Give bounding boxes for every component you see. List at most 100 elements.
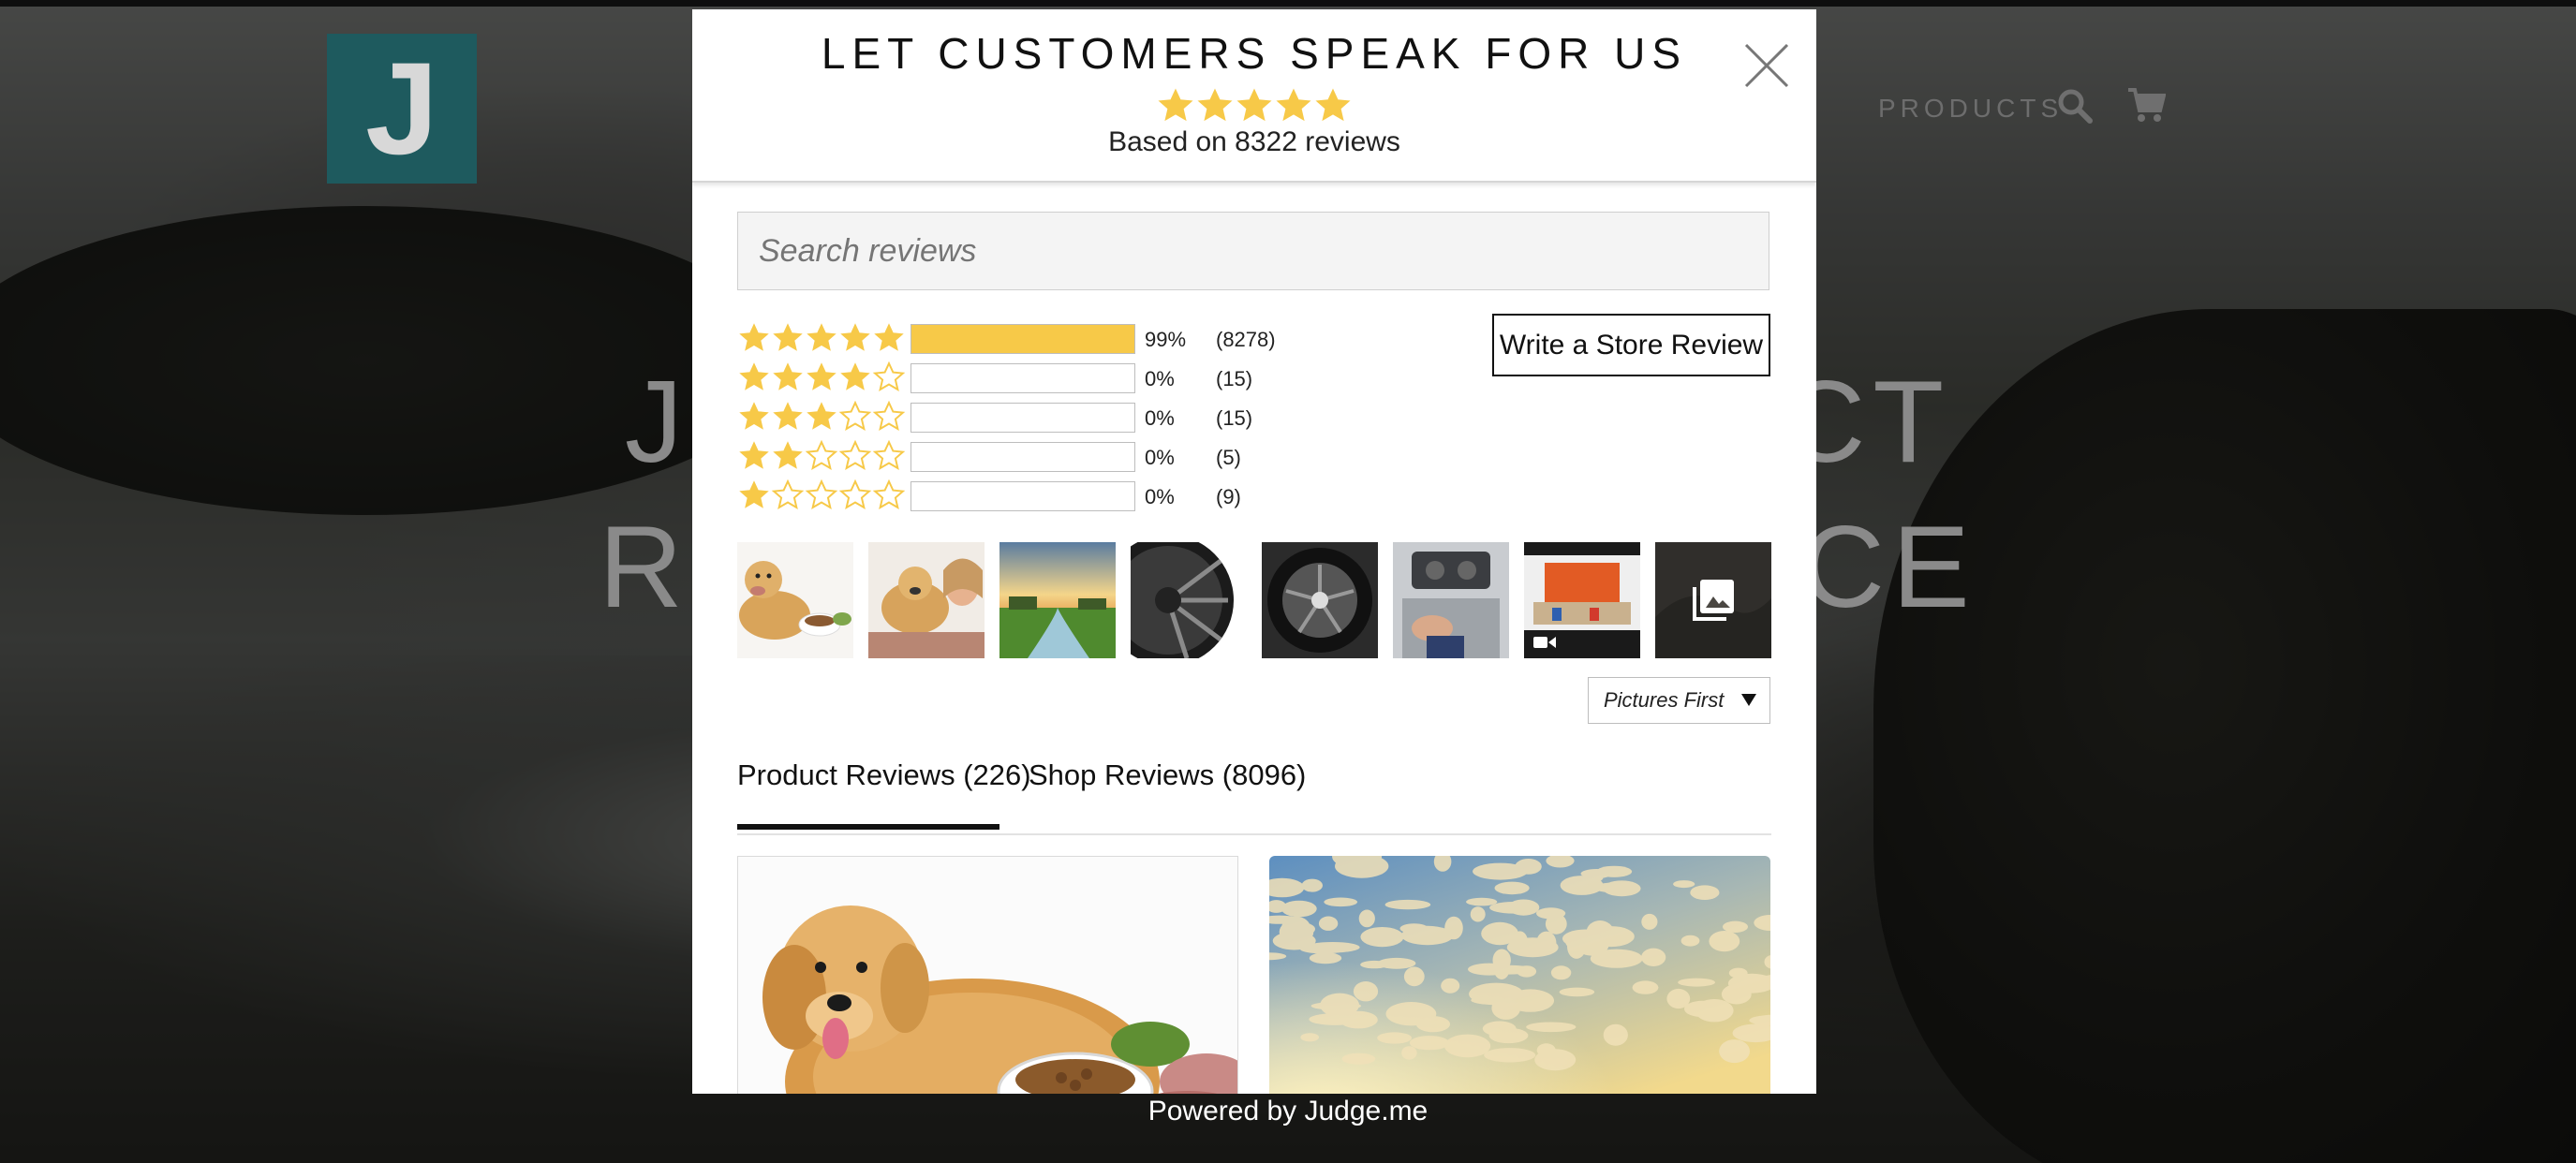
cloud-shape (1377, 1032, 1412, 1044)
star-empty-icon (872, 440, 906, 471)
histogram-percent: 99% (1145, 328, 1187, 351)
review-card[interactable] (737, 856, 1238, 1094)
cloud-shape (1401, 1046, 1417, 1060)
media-thumbnail-video[interactable] (1524, 542, 1640, 658)
search-reviews-input[interactable] (737, 212, 1769, 290)
star-filled-icon (739, 323, 769, 351)
cloud-shape (1680, 935, 1700, 947)
histogram-row-3-star[interactable]: 0% (15) (737, 399, 1318, 438)
cloud-shape (1506, 937, 1559, 958)
star-empty-icon (872, 361, 906, 392)
histogram-row-1-star[interactable]: 0% (9) (737, 478, 1318, 517)
histogram-row-2-star[interactable]: 0% (5) (737, 438, 1318, 478)
cloud-shape (1666, 988, 1691, 1009)
star-filled-icon (739, 441, 769, 469)
cloud-shape (1494, 881, 1530, 895)
cloud-shape (1339, 1010, 1378, 1029)
media-thumbnail[interactable] (999, 542, 1116, 658)
cloud-shape (1301, 878, 1323, 892)
cloud-shape (1281, 900, 1317, 918)
star-filled-icon (773, 362, 803, 390)
review-media-gallery (737, 542, 1771, 658)
video-camera-icon (1533, 637, 1556, 648)
star-empty-icon (838, 440, 872, 471)
star-empty-icon (805, 440, 838, 471)
histogram-bar-fill (911, 325, 1134, 353)
star-filled-icon (739, 362, 769, 390)
star-filled-icon (1197, 88, 1233, 122)
histogram-stars (737, 440, 906, 472)
star-filled-icon (739, 402, 769, 430)
cloud-shape (1641, 948, 1666, 966)
search-icon[interactable] (2056, 87, 2094, 125)
star-filled-icon (840, 362, 870, 390)
photo-library-icon (1693, 580, 1734, 621)
cloud-shape (1466, 897, 1498, 906)
histogram-stars (737, 479, 906, 511)
review-tabs: Product Reviews (226) Shop Reviews (8096… (737, 758, 1771, 835)
histogram-row-4-star[interactable]: 0% (15) (737, 360, 1318, 399)
histogram-bar (910, 363, 1135, 393)
histogram-row-5-star[interactable]: 99% (8278) (737, 320, 1318, 360)
store-logo[interactable]: J (327, 34, 477, 184)
cloud-shape (1559, 987, 1595, 997)
cloud-shape (1719, 1039, 1750, 1064)
histogram-stars (737, 361, 906, 393)
media-thumbnail[interactable] (1393, 542, 1509, 658)
cloud-shape (1488, 1029, 1522, 1038)
cloud-shape (1300, 1033, 1319, 1042)
cloud-shape (1409, 1036, 1450, 1051)
star-filled-icon (773, 323, 803, 351)
cloud-shape (1444, 1034, 1491, 1058)
tab-shop-reviews[interactable]: Shop Reviews (8096) (1029, 758, 1306, 792)
histogram-stars (737, 401, 906, 433)
histogram-count: (15) (1216, 406, 1253, 430)
star-filled-icon (739, 480, 769, 508)
histogram-stars (737, 322, 906, 354)
histogram-bar (910, 481, 1135, 511)
media-thumbnail[interactable] (868, 542, 985, 658)
star-filled-icon (773, 402, 803, 430)
histogram-percent: 0% (1145, 446, 1175, 469)
powered-by-judgeme[interactable]: Powered by Judge.me (0, 1096, 2576, 1127)
write-store-review-button[interactable]: Write a Store Review (1492, 314, 1770, 376)
media-thumbnail[interactable] (1131, 542, 1247, 658)
cloud-shape (1560, 876, 1604, 895)
close-icon[interactable] (1739, 37, 1795, 94)
media-thumbnail[interactable] (737, 542, 853, 658)
histogram-bar (910, 403, 1135, 433)
star-filled-icon (807, 362, 836, 390)
cloud-shape (1300, 945, 1347, 954)
star-filled-icon (1158, 88, 1193, 122)
logo-letter: J (365, 35, 438, 182)
sort-dropdown[interactable]: Pictures First (1588, 677, 1770, 724)
star-empty-icon (872, 479, 906, 510)
review-card[interactable] (1269, 856, 1770, 1094)
nav-products-link[interactable]: PRODUCTS (1878, 94, 2063, 124)
tab-product-reviews[interactable]: Product Reviews (226) (737, 758, 1031, 792)
cloud-shape (1550, 965, 1572, 980)
cloud-shape (1358, 909, 1375, 928)
cloud-shape (1341, 1053, 1376, 1065)
cloud-shape (1536, 907, 1566, 920)
star-empty-icon (838, 479, 872, 510)
star-filled-icon (807, 402, 836, 430)
cloud-shape (1526, 1022, 1577, 1033)
cloud-shape (1678, 978, 1715, 987)
reviews-modal: LET CUSTOMERS SPEAK FOR US Based on 8322… (692, 9, 1816, 1094)
media-gallery-more[interactable] (1655, 542, 1771, 658)
cloud-shape (1360, 927, 1404, 948)
review-image-sky (1269, 856, 1770, 1094)
cloud-shape (1690, 885, 1720, 900)
star-filled-icon (874, 323, 904, 351)
histogram-percent: 0% (1145, 367, 1175, 390)
cart-icon[interactable] (2126, 86, 2166, 124)
media-thumbnail[interactable] (1262, 542, 1378, 658)
histogram-percent: 0% (1145, 406, 1175, 430)
cloud-shape (1471, 995, 1517, 1005)
cloud-shape (1695, 999, 1734, 1023)
cloud-shape (1403, 966, 1425, 987)
cloud-shape (1575, 934, 1609, 956)
cloud-shape (1721, 984, 1752, 1005)
cloud-shape (1400, 925, 1454, 946)
